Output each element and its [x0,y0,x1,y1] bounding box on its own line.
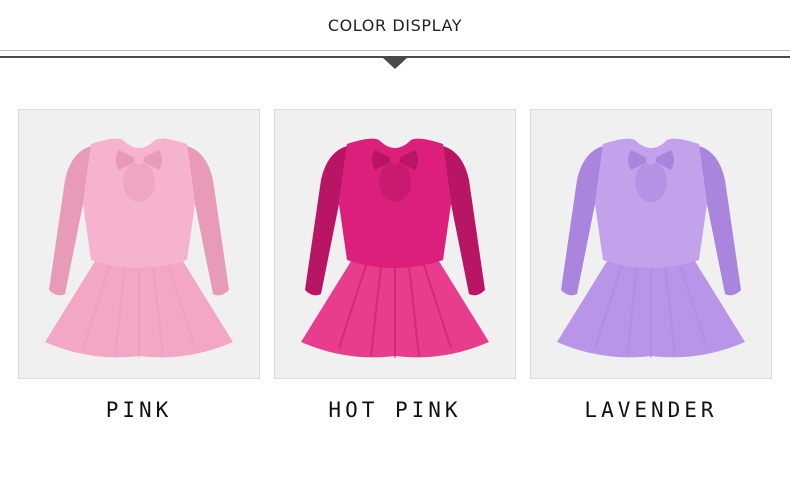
left-sleeve [305,146,347,296]
right-sleeve [187,146,229,296]
right-sleeve [699,146,741,296]
dress-image [45,138,233,358]
divider-thin [0,50,790,51]
dress-image [557,138,745,358]
right-sleeve [443,146,485,296]
bow-knot [390,155,400,165]
color-swatch-card-lavender[interactable] [530,109,772,379]
color-label-pink: PINK [105,398,173,422]
down-arrow-icon [383,58,407,69]
color-swatch-card-hot-pink[interactable] [274,109,516,379]
dress-image [301,138,489,358]
left-sleeve [49,146,91,296]
back-opening [123,162,155,202]
back-opening [635,162,667,202]
page-title: COLOR DISPLAY [327,16,463,35]
bow-knot [646,155,656,165]
color-label-hot-pink: HOT PINK [328,398,462,422]
color-swatch-card-pink[interactable] [18,109,260,379]
color-label-lavender: LAVENDER [584,398,718,422]
back-opening [379,162,411,202]
bow-knot [134,155,144,165]
left-sleeve [561,146,603,296]
